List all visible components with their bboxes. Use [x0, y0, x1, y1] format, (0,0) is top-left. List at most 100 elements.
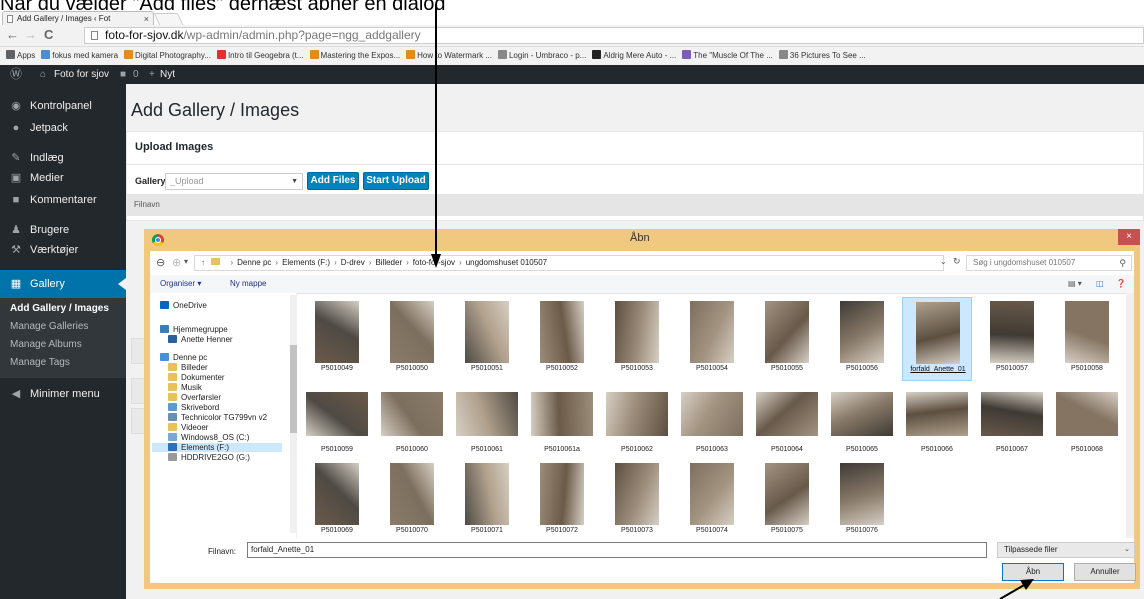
nav-tree-item[interactable]: Videoer	[168, 423, 208, 432]
file-thumbnail[interactable]: P5010065	[827, 378, 897, 462]
help-icon[interactable]: ❓	[1116, 275, 1126, 293]
file-thumbnail[interactable]: P5010072	[527, 459, 597, 543]
file-thumbnail[interactable]: P5010066	[902, 378, 972, 462]
file-thumbnail[interactable]: P5010074	[677, 459, 747, 543]
forward-icon[interactable]: →	[24, 28, 37, 42]
file-thumbnail[interactable]: P5010076	[827, 459, 897, 543]
browser-tab[interactable]: Add Gallery / Images ‹ Fot ×	[2, 11, 154, 25]
filename-input[interactable]: forfald_Anette_01	[247, 542, 987, 558]
bookmark-item[interactable]: Intro til Geogebra (t...	[216, 47, 304, 65]
nav-tree-item[interactable]: Windows8_OS (C:)	[168, 433, 249, 442]
nav-tree-item[interactable]: OneDrive	[160, 301, 207, 310]
file-thumbnail[interactable]: P5010054	[677, 297, 747, 381]
file-thumbnail[interactable]: forfald_Anette_01	[902, 297, 972, 381]
file-thumbnail[interactable]: P5010075	[752, 459, 822, 543]
file-thumbnail[interactable]: P5010057	[977, 297, 1047, 381]
view-options-icon[interactable]: ▤ ▾	[1068, 275, 1082, 293]
bookmark-item[interactable]: fokus med kamera	[41, 47, 118, 65]
nav-tree-item[interactable]: Musik	[168, 383, 202, 392]
file-thumbnail[interactable]: P5010051	[452, 297, 522, 381]
breadcrumb-item[interactable]: foto-for-sjov	[413, 258, 455, 267]
nav-tree-item[interactable]: Denne pc	[160, 353, 207, 362]
close-icon[interactable]: ×	[144, 12, 149, 25]
file-thumbnail[interactable]: P5010059	[302, 378, 372, 462]
nav-tree-item[interactable]: Skrivebord	[168, 403, 219, 412]
bookmark-item[interactable]: Login - Umbraco - p...	[497, 47, 586, 65]
submenu-item[interactable]: Manage Galleries	[0, 318, 126, 335]
submenu-item[interactable]: Manage Tags	[0, 354, 126, 371]
breadcrumb-item[interactable]: ungdomshuset 010507	[466, 258, 547, 267]
url-field[interactable]: foto-for-sjov.dk/wp-admin/admin.php?page…	[84, 27, 1144, 44]
close-button[interactable]: ×	[1118, 229, 1140, 245]
file-thumbnail[interactable]: P5010069	[302, 459, 372, 543]
file-thumbnail[interactable]: P5010053	[602, 297, 672, 381]
file-thumbnail[interactable]: P5010060	[377, 378, 447, 462]
file-thumbnail[interactable]: P5010073	[602, 459, 672, 543]
sidebar-item-jetpack[interactable]: ● Jetpack	[0, 114, 126, 142]
file-thumbnail[interactable]: P5010056	[827, 297, 897, 381]
search-input[interactable]: Søg i ungdomshuset 010507 ⚲	[966, 255, 1132, 271]
nav-tree-item[interactable]: Elements (F:)	[152, 443, 282, 452]
file-thumbnail[interactable]: P5010061	[452, 378, 522, 462]
scrollbar[interactable]	[1126, 293, 1134, 538]
nav-tree-item[interactable]: Hjemmegruppe	[160, 325, 228, 334]
bookmark-item[interactable]: 36 Pictures To See ...	[778, 47, 866, 65]
forward-icon[interactable]: ⊕	[172, 256, 181, 269]
organize-menu[interactable]: Organiser ▾	[160, 275, 201, 293]
file-thumbnail[interactable]: P5010064	[752, 378, 822, 462]
nav-tree-item[interactable]: Billeder	[168, 363, 208, 372]
open-button[interactable]: Åbn	[1002, 563, 1064, 581]
chevron-down-icon[interactable]: ⌄	[940, 257, 947, 266]
file-thumbnail[interactable]: P5010049	[302, 297, 372, 381]
path-breadcrumb[interactable]: ↑ › Denne pc › Elements (F:) › D-drev › Billede…	[194, 255, 944, 271]
nav-tree-item[interactable]: Technicolor TG799vn v2	[168, 413, 267, 422]
refresh-icon[interactable]: ↻	[953, 256, 961, 267]
sidebar-item-kommentarer[interactable]: ■ Kommentarer	[0, 186, 126, 214]
file-thumbnail[interactable]: P5010052	[527, 297, 597, 381]
collapse-menu-button[interactable]: ◀ Minimer menu	[0, 380, 126, 408]
bookmark-item[interactable]: Apps	[6, 47, 35, 65]
file-thumbnail[interactable]: P5010055	[752, 297, 822, 381]
bookmark-item[interactable]: How to Watermark ...	[406, 47, 492, 65]
file-thumbnail[interactable]: P5010063	[677, 378, 747, 462]
breadcrumb-item[interactable]: Elements (F:)	[282, 258, 330, 267]
bookmark-item[interactable]: The "Muscle Of The ...	[682, 47, 773, 65]
bookmark-item[interactable]: Digital Photography...	[124, 47, 211, 65]
preview-pane-icon[interactable]: ◫	[1096, 275, 1104, 293]
recent-chevron-icon[interactable]: ▾	[184, 257, 188, 266]
file-thumbnail[interactable]: P5010062	[602, 378, 672, 462]
gallery-select[interactable]: _Upload ▼	[165, 173, 303, 190]
up-icon[interactable]: ↑	[201, 258, 205, 267]
back-icon[interactable]: ←	[6, 28, 19, 42]
nav-tree-item[interactable]: Dokumenter	[168, 373, 225, 382]
breadcrumb-item[interactable]: Denne pc	[237, 258, 271, 267]
bookmark-item[interactable]: Mastering the Expos...	[309, 47, 400, 65]
back-icon[interactable]: ⊖	[156, 256, 165, 269]
nav-tree-item[interactable]: Overførsler	[168, 393, 221, 402]
nav-tree-item[interactable]: Anette Henner	[168, 335, 233, 344]
wordpress-logo-icon[interactable]: Ⓦ	[10, 65, 22, 84]
start-upload-button[interactable]: Start Upload	[363, 172, 429, 190]
file-thumbnail[interactable]: P5010070	[377, 459, 447, 543]
file-thumbnail[interactable]: P5010067	[977, 378, 1047, 462]
add-files-button[interactable]: Add Files	[307, 172, 359, 190]
bookmark-item[interactable]: Aldrig Mere Auto - ...	[592, 47, 676, 65]
breadcrumb-item[interactable]: D-drev	[341, 258, 365, 267]
file-thumbnail[interactable]: P5010071	[452, 459, 522, 543]
cancel-button[interactable]: Annuller	[1074, 563, 1136, 581]
new-folder-button[interactable]: Ny mappe	[230, 275, 266, 293]
file-thumbnail[interactable]: P5010050	[377, 297, 447, 381]
site-name-link[interactable]: Foto for sjov	[54, 65, 109, 84]
file-thumbnail[interactable]: P5010058	[1052, 297, 1122, 381]
submenu-item[interactable]: Manage Albums	[0, 336, 126, 353]
file-thumbnail[interactable]: P5010061a	[527, 378, 597, 462]
comment-icon[interactable]: ■	[120, 65, 126, 84]
sidebar-item-gallery[interactable]: ▦ Gallery	[0, 270, 126, 298]
breadcrumb-item[interactable]: Billeder	[375, 258, 402, 267]
new-content-link[interactable]: Nyt	[160, 65, 175, 84]
file-type-select[interactable]: Tilpassede filer ⌄	[997, 542, 1135, 558]
sidebar-item-vrktjer[interactable]: ⚒ Værktøjer	[0, 236, 126, 264]
nav-tree-item[interactable]: HDDRIVE2GO (G:)	[168, 453, 250, 462]
file-thumbnail[interactable]: P5010068	[1052, 378, 1122, 462]
reload-icon[interactable]: C	[44, 28, 53, 42]
